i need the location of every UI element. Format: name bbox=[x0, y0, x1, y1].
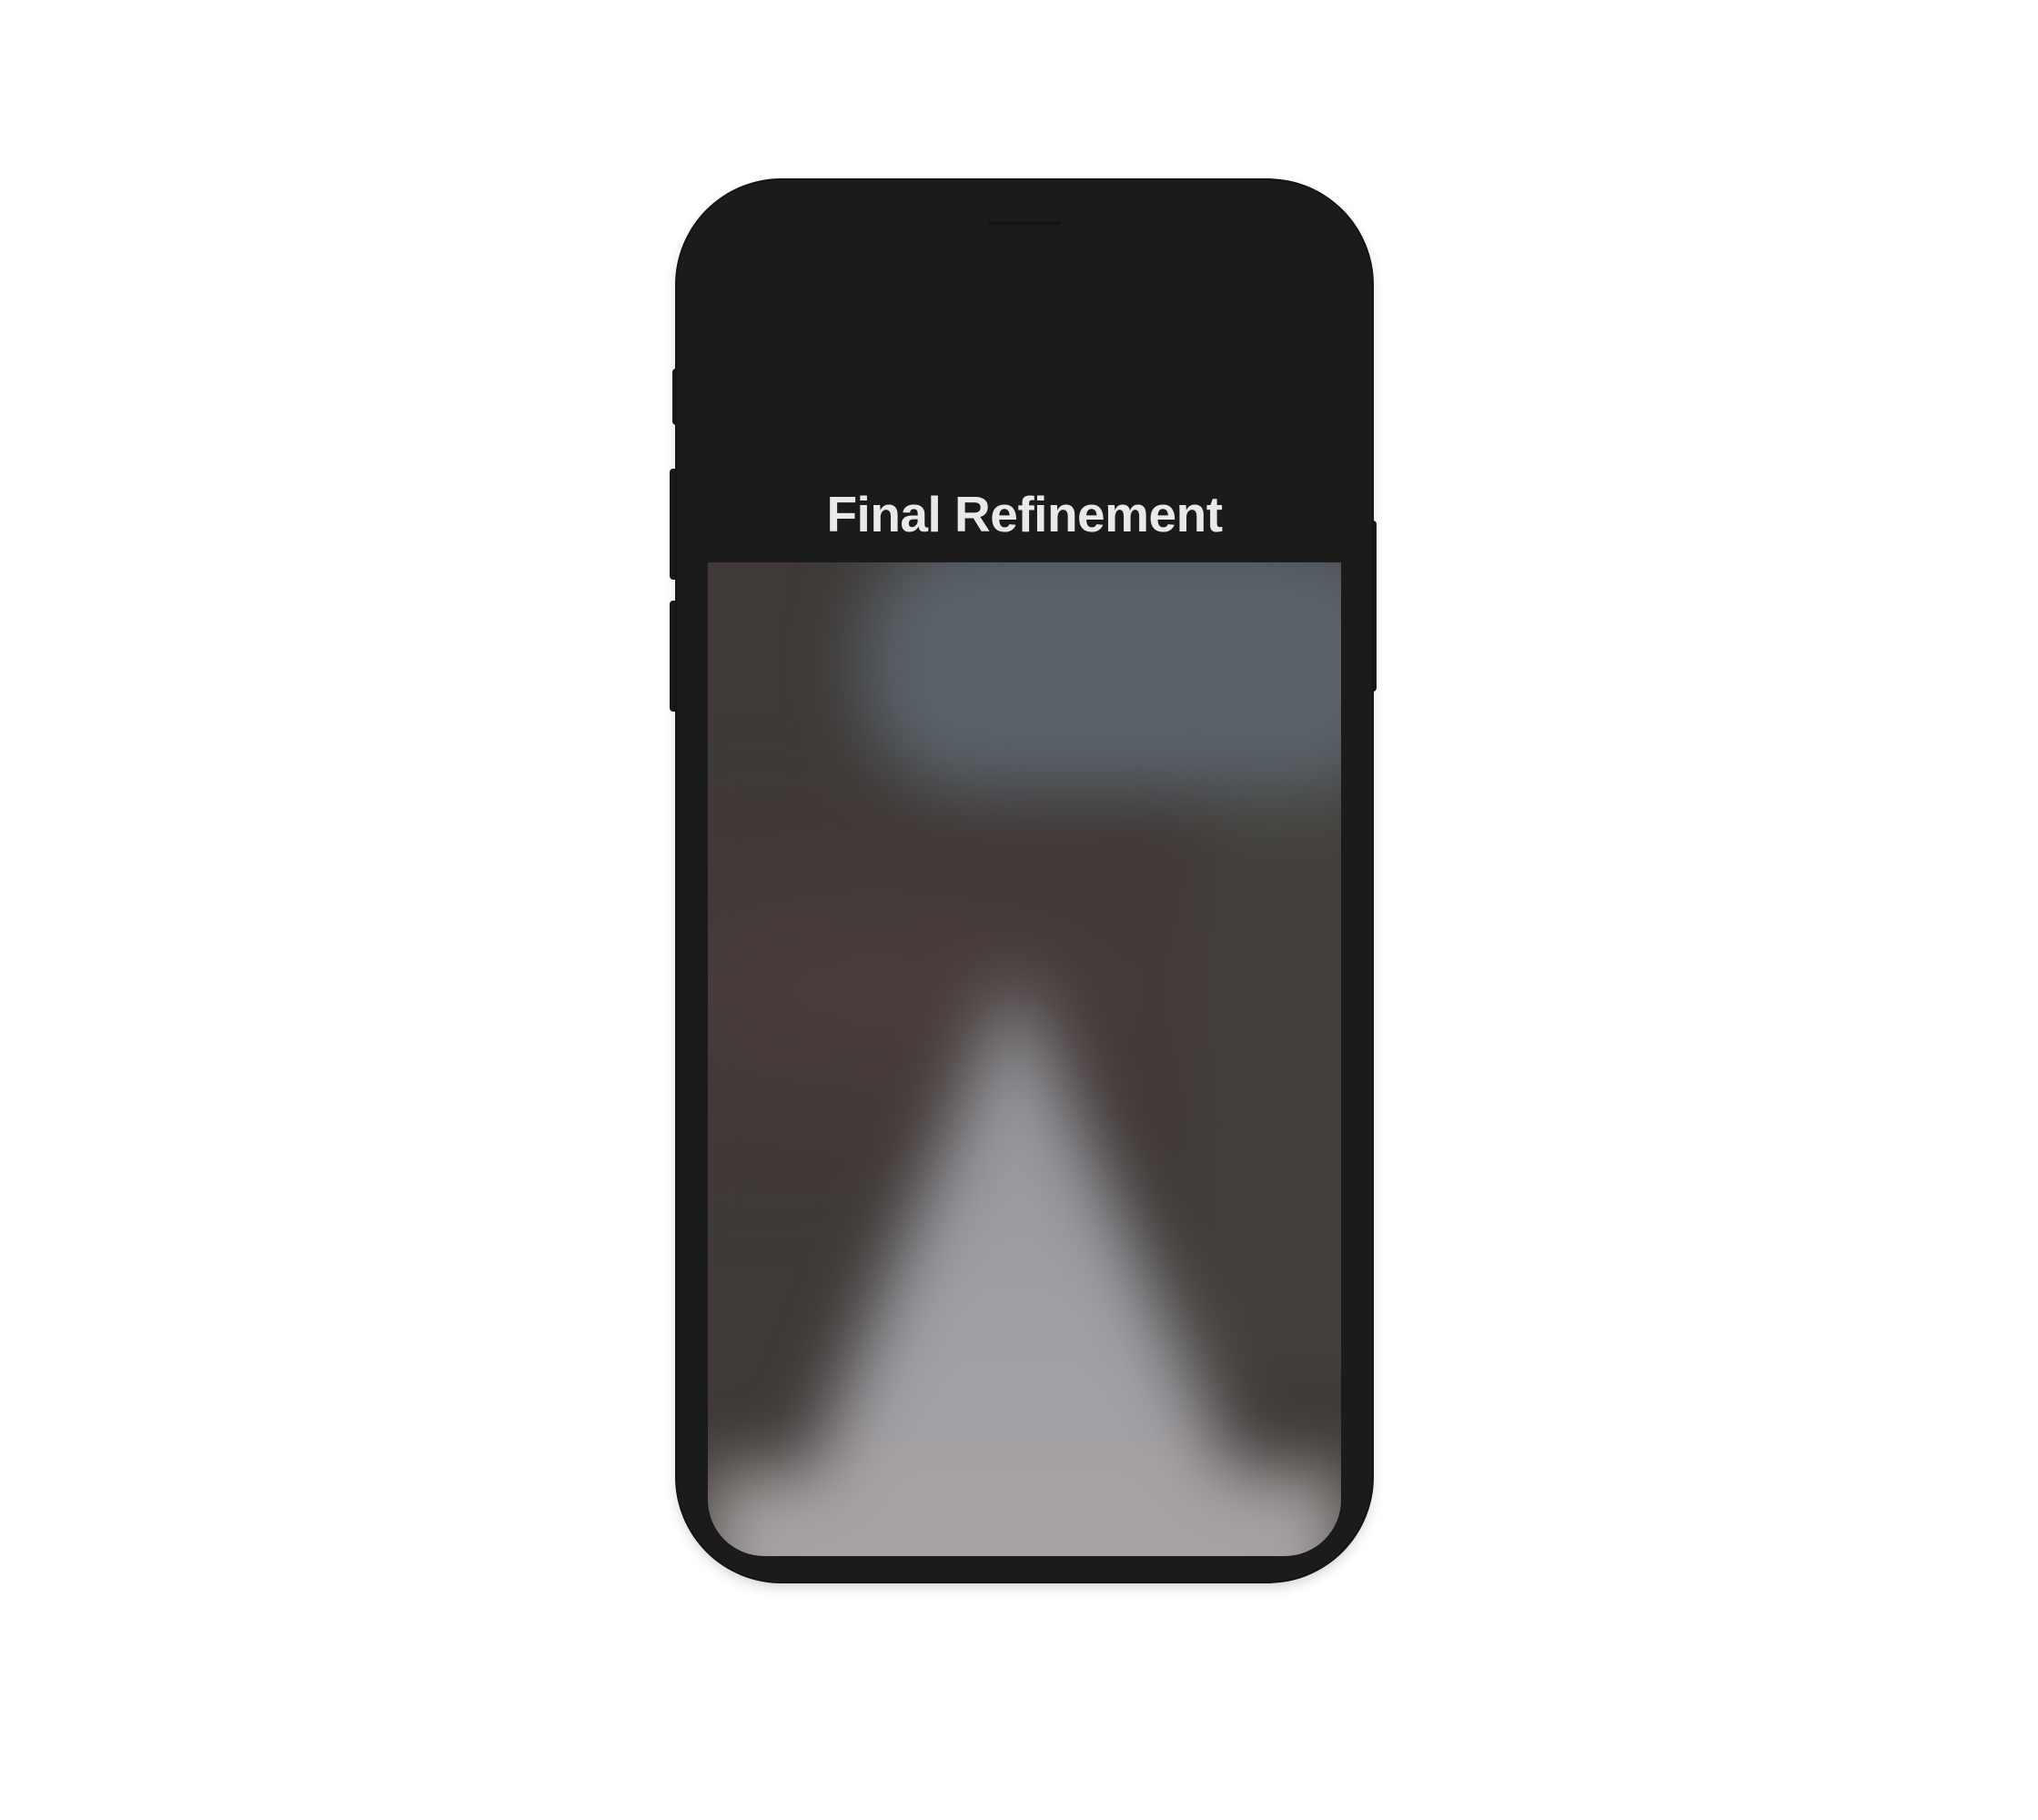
mockup-canvas: Final Refinement bbox=[0, 0, 2038, 1820]
photo-preview[interactable] bbox=[708, 562, 1341, 1556]
phone-frame: Final Refinement bbox=[677, 180, 1372, 1582]
page-title: Final Refinement bbox=[826, 486, 1223, 542]
earpiece-speaker bbox=[988, 222, 1061, 225]
photo-content bbox=[708, 562, 1341, 1556]
